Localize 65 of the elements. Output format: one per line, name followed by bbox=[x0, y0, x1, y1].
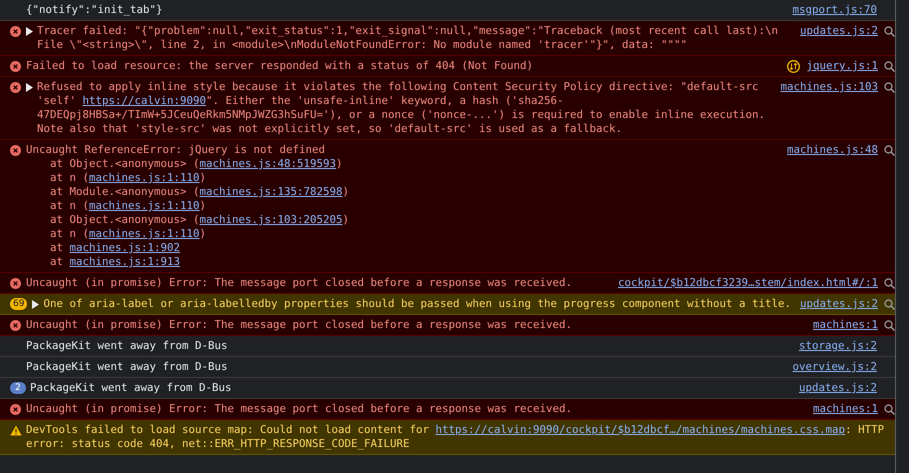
message-text: Uncaught (in promise) Error: The message port closed before a response was received. bbox=[26, 276, 574, 290]
stack-frame: at n (machines.js:1:110) bbox=[50, 199, 779, 213]
message-text: Uncaught (in promise) Error: The message port closed before a response was received. bbox=[26, 402, 574, 416]
stack-frame: at Object.<anonymous> (machines.js:48:519593) bbox=[50, 157, 779, 171]
message-text: {"notify":"init_tab"} bbox=[26, 3, 164, 17]
error-icon bbox=[10, 278, 21, 288]
link[interactable]: machines.js:1:110 bbox=[89, 199, 200, 212]
source-link[interactable]: machines.js:48 bbox=[786, 143, 878, 157]
issue-icon[interactable] bbox=[787, 60, 800, 72]
link[interactable]: https://calvin:9090 bbox=[82, 94, 206, 107]
search-icon[interactable] bbox=[884, 278, 895, 288]
link[interactable]: https://calvin:9090/cockpit/$b12dbcf…/machines/machines.css.map bbox=[436, 423, 846, 436]
error-icon bbox=[10, 26, 21, 36]
source-link[interactable]: machines:1 bbox=[812, 402, 878, 416]
message-text: PackageKit went away from D-Bus bbox=[30, 381, 233, 395]
source-link[interactable]: updates.js:2 bbox=[800, 24, 878, 38]
link[interactable]: machines.js:48:519593 bbox=[200, 157, 336, 170]
expand-triangle-icon[interactable] bbox=[31, 300, 40, 308]
message-text: PackageKit went away from D-Bus bbox=[26, 339, 229, 353]
message-text: Failed to load resource: the server responded with a status of 404 (Not Found) bbox=[26, 59, 534, 73]
stack-frame: at n (machines.js:1:110) bbox=[50, 227, 779, 241]
repeat-count-badge: 69 bbox=[10, 298, 28, 310]
error-icon bbox=[10, 60, 21, 72]
error-icon bbox=[10, 144, 21, 156]
message-text: Uncaught ReferenceError: jQuery is not defined bbox=[26, 143, 326, 157]
message-text: PackageKit went away from D-Bus bbox=[26, 360, 229, 374]
message-text: Refused to apply inline style because it violates the following Content Security Policy directive: "default-src 'self' https://calvin:9090". Either the 'unsafe-inline' keyword, a hash ('sha256-47DEQpj8HBSa+/TImW+5JCeuQeRkm5NMpJWZG3hSuFU='), or a nonce ('nonce-...') is required to enable inline execution. Note also that 'style-src' was not explicitly set, so 'default-src' is used as a fallback. bbox=[37, 80, 766, 136]
source-link[interactable]: updates.js:2 bbox=[800, 297, 878, 311]
link[interactable]: machines.js:135:782598 bbox=[200, 185, 343, 198]
message-text: Tracer failed: "{"problem":null,"exit_status":1,"exit_signal":null,"message":"Traceback (most recent call last):\n File \"<string>\", line 2, in <module>\nModuleNotFoundError: No module named 'tracer'"}", data: """" bbox=[37, 24, 780, 52]
stack-frame: at Module.<anonymous> (machines.js:135:782598) bbox=[50, 185, 779, 199]
message-text: Uncaught (in promise) Error: The message port closed before a response was received. bbox=[26, 318, 574, 332]
source-link[interactable]: jquery.js:1 bbox=[806, 59, 878, 73]
search-icon[interactable] bbox=[884, 82, 895, 92]
stack-frame: at n (machines.js:1:110) bbox=[50, 171, 779, 185]
source-link[interactable]: overview.js:2 bbox=[792, 360, 877, 374]
warning-icon bbox=[10, 424, 22, 436]
source-link[interactable]: machines:1 bbox=[812, 318, 878, 332]
search-icon[interactable] bbox=[884, 26, 895, 36]
link[interactable]: machines.js:1:902 bbox=[70, 241, 180, 254]
source-link[interactable]: machines.js:103 bbox=[780, 80, 878, 94]
error-icon bbox=[10, 320, 21, 330]
link[interactable]: machines.js:1:110 bbox=[89, 171, 200, 184]
link[interactable]: machines.js:103:205205 bbox=[200, 213, 343, 226]
search-icon[interactable] bbox=[884, 404, 895, 414]
repeat-count-badge: 2 bbox=[10, 382, 26, 394]
source-link[interactable]: updates.js:2 bbox=[798, 381, 877, 395]
error-icon bbox=[10, 404, 21, 414]
expand-triangle-icon[interactable] bbox=[25, 26, 33, 36]
message-text: DevTools failed to load source map: Could not load content for https://calvin:9090/cockpit/$b12dbcf…/machines/machines.css.map: HTTP error: status code 404, net::ERR_HTTP_RESPONSE_CODE_FAILURE bbox=[26, 423, 886, 451]
search-icon[interactable] bbox=[884, 144, 895, 156]
error-icon bbox=[10, 82, 21, 92]
link[interactable]: machines.js:1:913 bbox=[70, 255, 180, 268]
stack-frame: at machines.js:1:902 bbox=[50, 241, 779, 255]
stack-frame: at machines.js:1:913 bbox=[50, 255, 779, 269]
expand-triangle-icon[interactable] bbox=[25, 82, 33, 92]
search-icon[interactable] bbox=[884, 60, 895, 72]
source-link[interactable]: storage.js:2 bbox=[798, 339, 877, 353]
source-link[interactable]: msgport.js:70 bbox=[792, 3, 877, 17]
link[interactable]: machines.js:1:110 bbox=[89, 227, 200, 240]
message-text: One of aria-label or aria-labelledby properties should be passed when using the progress component without a title. bbox=[43, 297, 792, 311]
stack-frame: at Object.<anonymous> (machines.js:103:205205) bbox=[50, 213, 779, 227]
search-icon[interactable] bbox=[884, 320, 895, 330]
source-link[interactable]: cockpit/$b12dbcf3239…stem/index.html#/:1 bbox=[618, 276, 878, 290]
search-icon[interactable] bbox=[884, 298, 895, 310]
